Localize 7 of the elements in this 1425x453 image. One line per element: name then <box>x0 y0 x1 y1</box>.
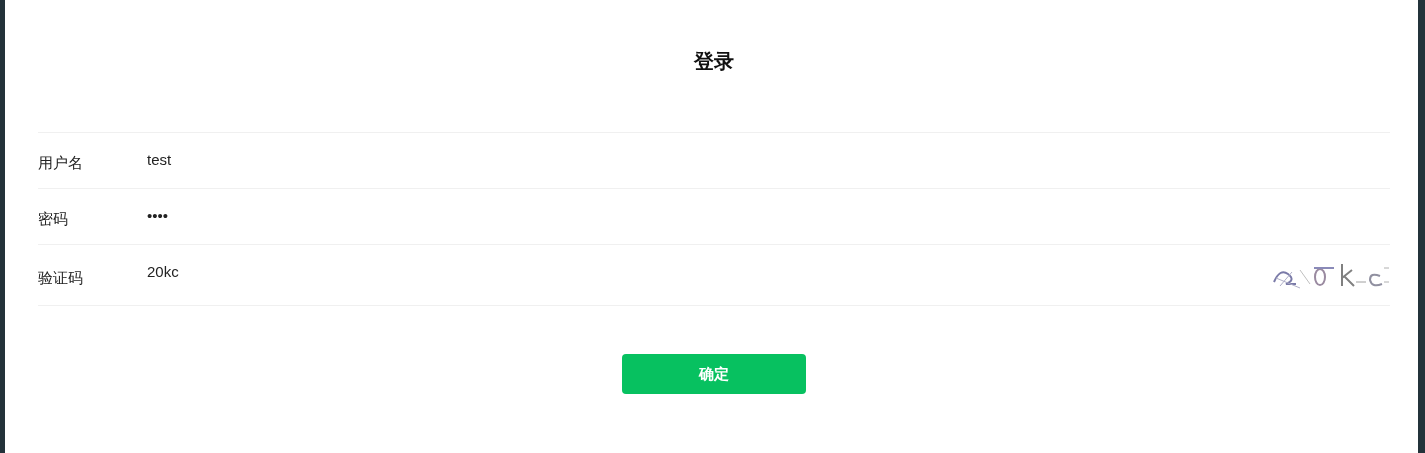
input-field[interactable]: test <box>147 147 1390 171</box>
page-title: 登录 <box>693 48 735 75</box>
field-label: 密码 <box>38 209 69 229</box>
field-label: 用户名 <box>38 153 84 173</box>
field-label: 验证码 <box>38 267 84 288</box>
input-field[interactable]: •••• <box>147 203 1390 227</box>
input-field[interactable]: 20kc <box>147 259 1270 283</box>
